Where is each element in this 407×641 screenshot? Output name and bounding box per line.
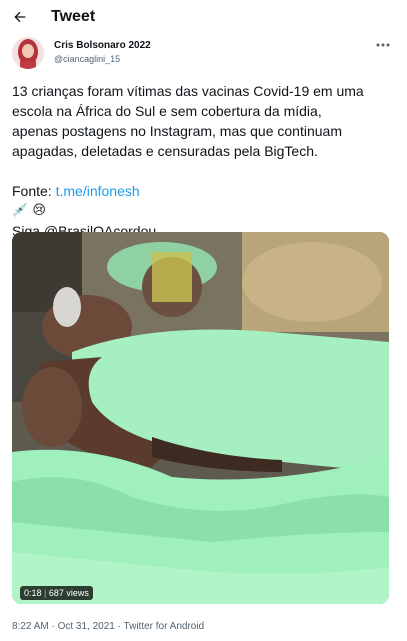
top-bar: Tweet [0, 0, 407, 34]
video-badge: 0:18 | 687 views [20, 586, 93, 600]
video-views: 687 views [48, 588, 89, 598]
tweet-line: escola na África do Sul e sem cobertura … [12, 103, 322, 119]
tweet-line: 13 crianças foram vítimas das vacinas Co… [12, 83, 364, 99]
author-handle[interactable]: @ciancaglini_15 [54, 54, 120, 64]
tweet-line [12, 161, 397, 181]
tweet-line: apenas postagens no Instagram, mas que c… [12, 123, 342, 139]
back-button[interactable] [8, 5, 32, 29]
source-label: Fonte: [12, 183, 56, 199]
video-player[interactable]: 0:18 | 687 views [12, 232, 389, 604]
author-name[interactable]: Cris Bolsonaro 2022 [54, 40, 151, 51]
arrow-left-icon [14, 11, 26, 23]
page-title: Tweet [51, 8, 96, 25]
more-button[interactable] [374, 38, 392, 52]
tweet-line: apagadas, deletadas e censuradas pela Bi… [12, 143, 318, 159]
avatar[interactable] [12, 37, 44, 69]
more-horizontal-icon [376, 43, 390, 47]
tweet-meta[interactable]: 8:22 AM · Oct 31, 2021 · Twitter for And… [12, 621, 204, 632]
tweet-text: 13 crianças foram vítimas das vacinas Co… [12, 81, 397, 241]
source-line: Fonte: t.me/infonesh [12, 181, 397, 201]
emoji-line: 💉 😢 [12, 203, 46, 218]
video-frame [12, 232, 389, 604]
avatar-image [12, 37, 44, 69]
source-link[interactable]: t.me/infonesh [56, 183, 140, 199]
video-time: 0:18 [24, 588, 42, 598]
